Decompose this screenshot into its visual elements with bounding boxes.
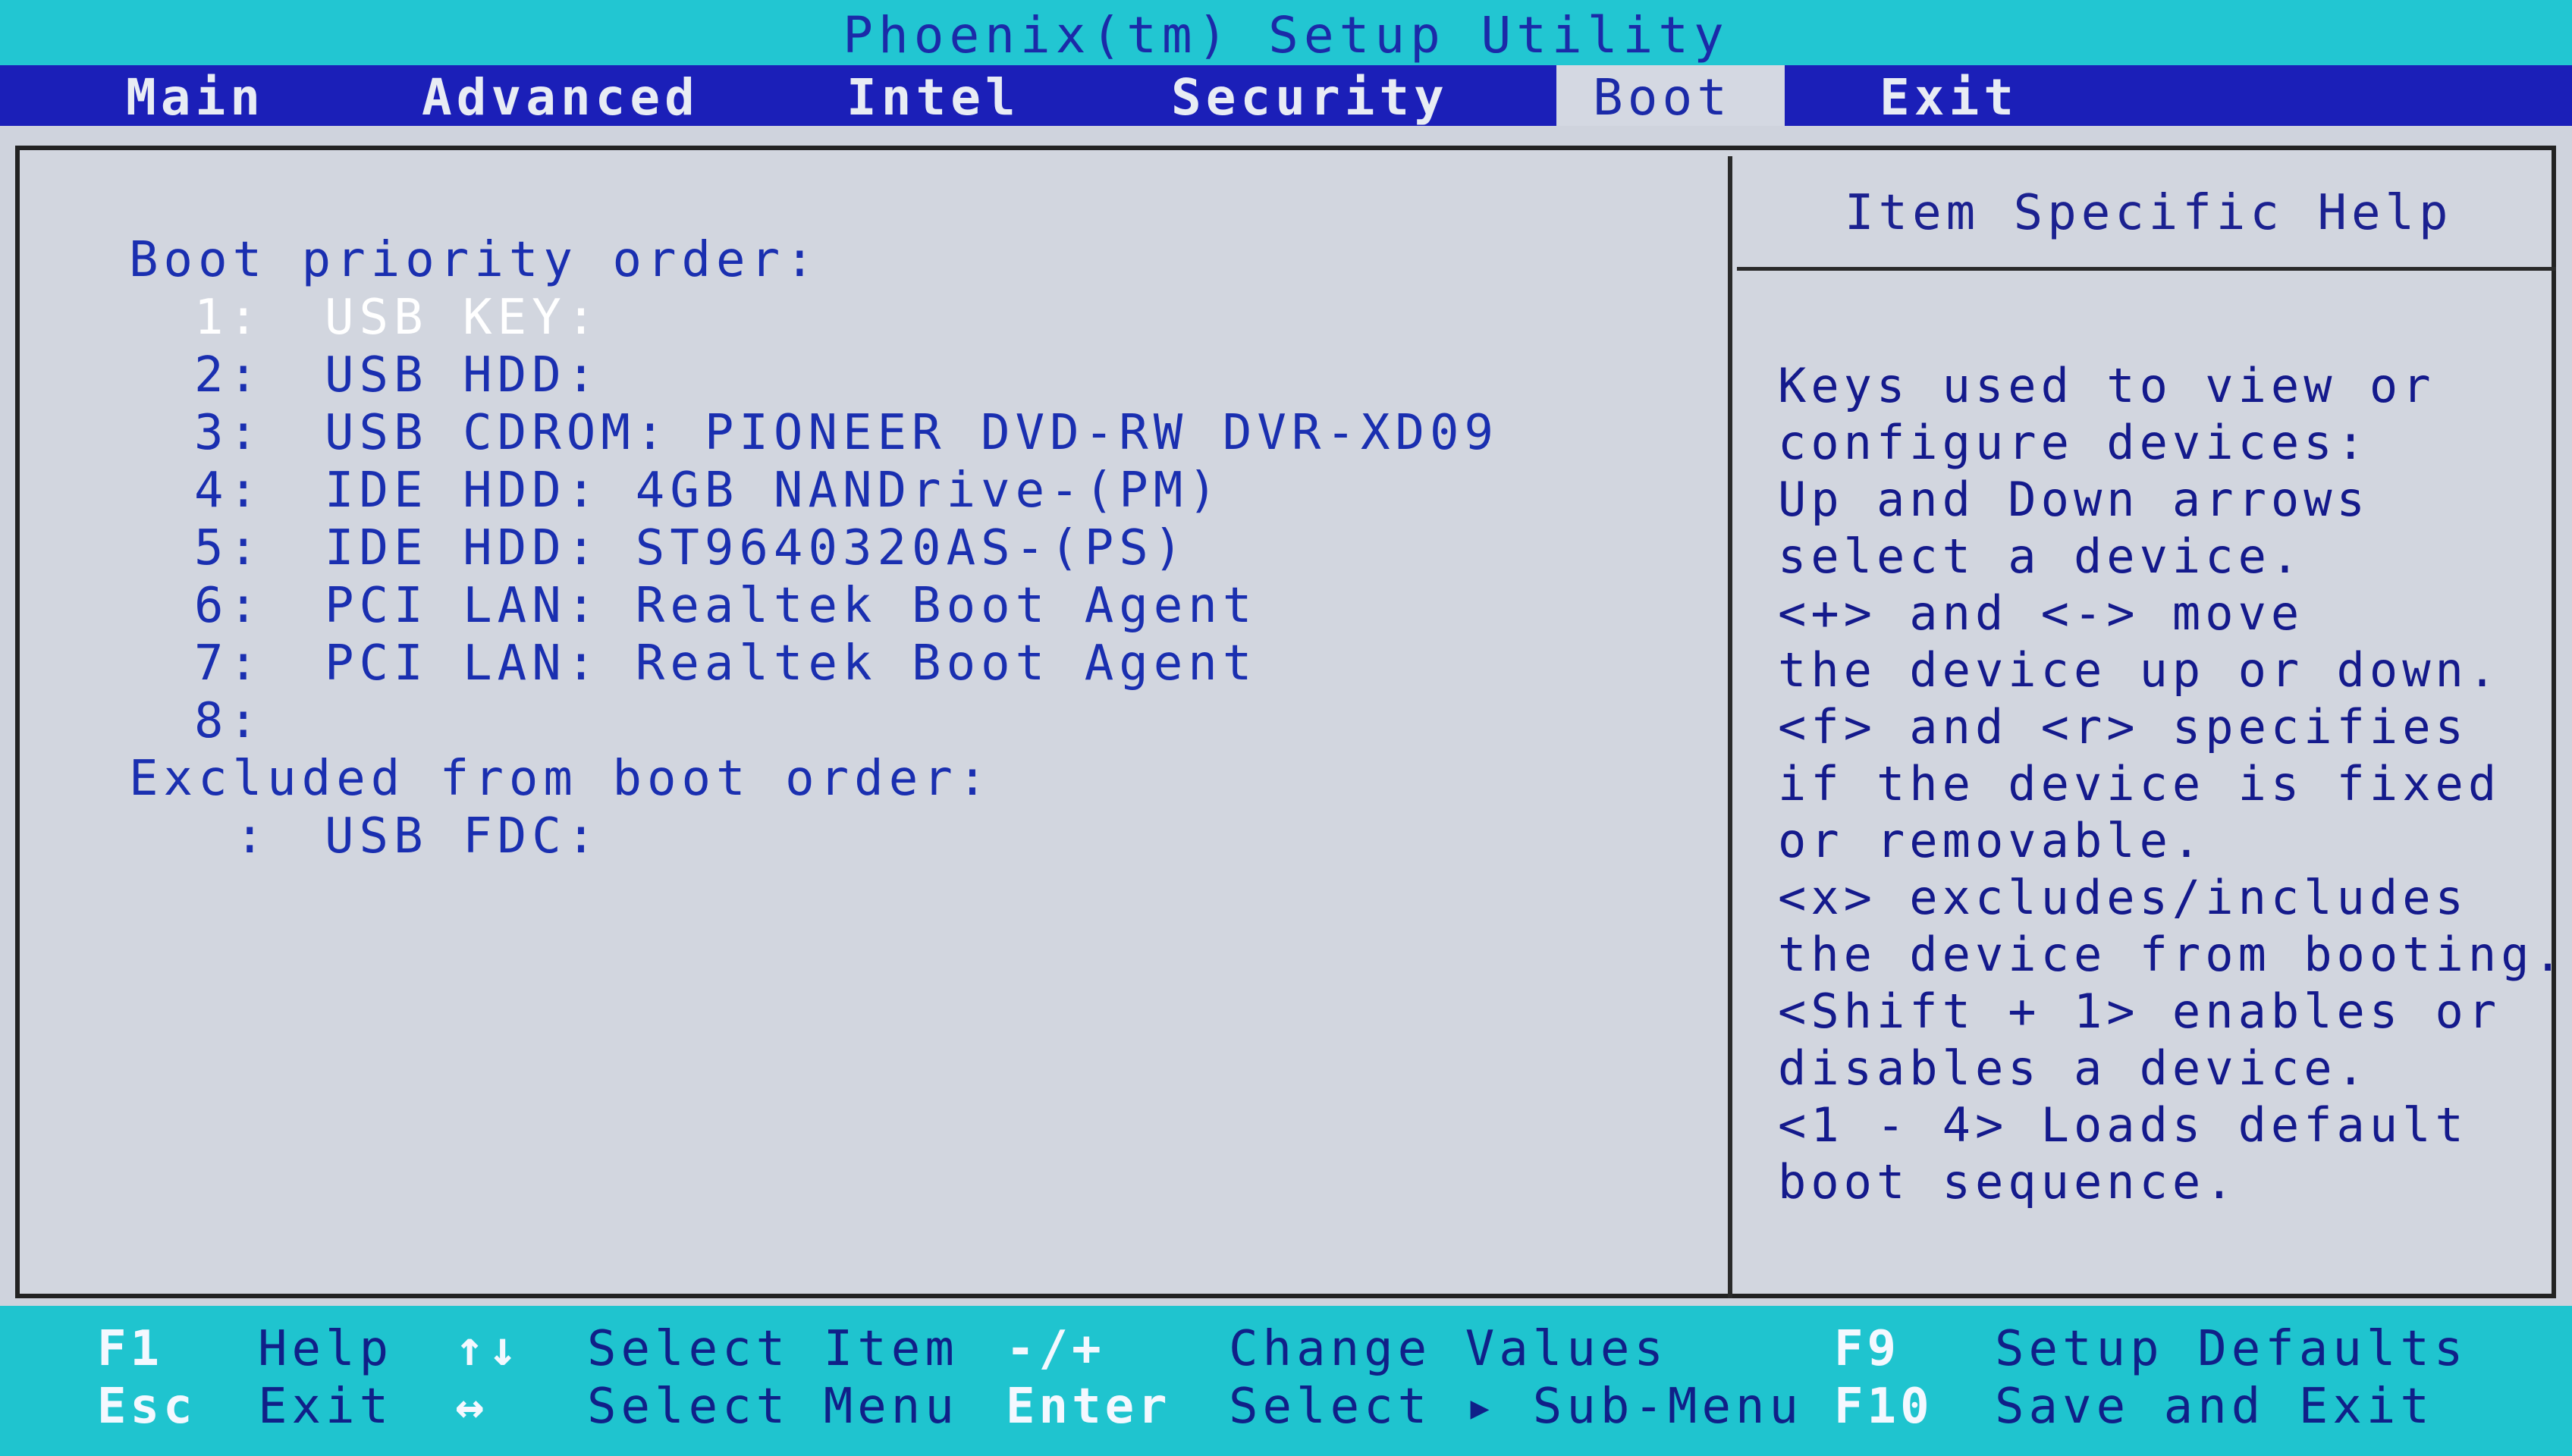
boot-item-number: 3: xyxy=(194,405,264,461)
key-f9: F9 xyxy=(1834,1321,1901,1377)
help-line: configure devices: xyxy=(1778,415,2369,470)
help-line: <1 - 4> Loads default xyxy=(1778,1097,2468,1153)
panel-divider xyxy=(1728,156,1732,1298)
boot-item-number: 2: xyxy=(194,347,264,403)
key-f9-desc: Setup Defaults xyxy=(1995,1321,2468,1377)
tab-advanced[interactable]: Advanced xyxy=(422,65,699,127)
help-line: boot sequence. xyxy=(1778,1154,2238,1210)
bios-screen: Phoenix(tm) Setup Utility Main Advanced … xyxy=(0,0,2572,1456)
help-line: <+> and <-> move xyxy=(1778,585,2304,641)
boot-item-number: 1: xyxy=(194,290,264,346)
tab-intel[interactable]: Intel xyxy=(846,65,1020,127)
key-minus-plus: -/+ xyxy=(1006,1321,1105,1377)
boot-item-device: USB CDROM: PIONEER DVD-RW DVR-XD09 xyxy=(325,405,1500,461)
boot-item-device: IDE HDD: ST9640320AS-(PS) xyxy=(325,520,1189,576)
key-f10-desc: Save and Exit xyxy=(1995,1379,2434,1435)
excluded-item-number: : xyxy=(235,808,270,864)
help-line: Keys used to view or xyxy=(1778,358,2435,413)
excluded-item-device: USB FDC: xyxy=(325,808,601,864)
excluded-header: Excluded from boot order: xyxy=(129,751,993,807)
help-separator xyxy=(1737,267,2556,271)
key-minus-plus-desc: Change Values xyxy=(1229,1321,1668,1377)
tab-boot[interactable]: Boot xyxy=(1556,65,1785,127)
boot-item-number: 6: xyxy=(194,578,264,634)
app-title: Phoenix(tm) Setup Utility xyxy=(843,6,1729,64)
boot-item-number: 8: xyxy=(194,693,264,749)
boot-item-number: 5: xyxy=(194,520,264,576)
help-line: disables a device. xyxy=(1778,1040,2369,1096)
key-updown-desc: Select Item xyxy=(587,1321,959,1377)
help-line: the device from booting. xyxy=(1778,927,2567,982)
boot-item-device: USB KEY: xyxy=(325,290,601,346)
help-line: <x> excludes/includes xyxy=(1778,870,2468,925)
key-f1: F1 xyxy=(97,1321,164,1377)
tab-exit[interactable]: Exit xyxy=(1880,65,2018,127)
tab-security[interactable]: Security xyxy=(1171,65,1449,127)
key-f10: F10 xyxy=(1834,1379,1933,1435)
key-updown: ↑↓ xyxy=(455,1321,522,1377)
help-line: <f> and <r> specifies xyxy=(1778,699,2468,755)
boot-item-device: IDE HDD: 4GB NANDrive-(PM) xyxy=(325,463,1223,519)
boot-item-number: 4: xyxy=(194,463,264,519)
help-line: or removable. xyxy=(1778,813,2206,868)
help-line: select a device. xyxy=(1778,529,2304,584)
tab-main[interactable]: Main xyxy=(126,65,265,127)
boot-item-device: USB HDD: xyxy=(325,347,601,403)
key-leftright: ↔ xyxy=(455,1379,488,1435)
boot-item-number: 7: xyxy=(194,635,264,692)
help-line: the device up or down. xyxy=(1778,642,2501,698)
key-esc-desc: Exit xyxy=(258,1379,394,1435)
boot-item-device: PCI LAN: Realtek Boot Agent xyxy=(325,578,1258,634)
key-enter: Enter xyxy=(1006,1379,1171,1435)
help-line: if the device is fixed xyxy=(1778,756,2501,811)
key-leftright-desc: Select Menu xyxy=(587,1379,959,1435)
help-title: Item Specific Help xyxy=(1845,185,2453,241)
help-line: Up and Down arrows xyxy=(1778,472,2369,527)
help-line: <Shift + 1> enables or xyxy=(1778,984,2501,1039)
key-enter-desc: Select ▸ Sub-Menu xyxy=(1229,1379,1804,1435)
key-f1-desc: Help xyxy=(258,1321,394,1377)
key-esc: Esc xyxy=(97,1379,196,1435)
boot-item-device: PCI LAN: Realtek Boot Agent xyxy=(325,635,1258,692)
boot-priority-header: Boot priority order: xyxy=(129,232,820,288)
